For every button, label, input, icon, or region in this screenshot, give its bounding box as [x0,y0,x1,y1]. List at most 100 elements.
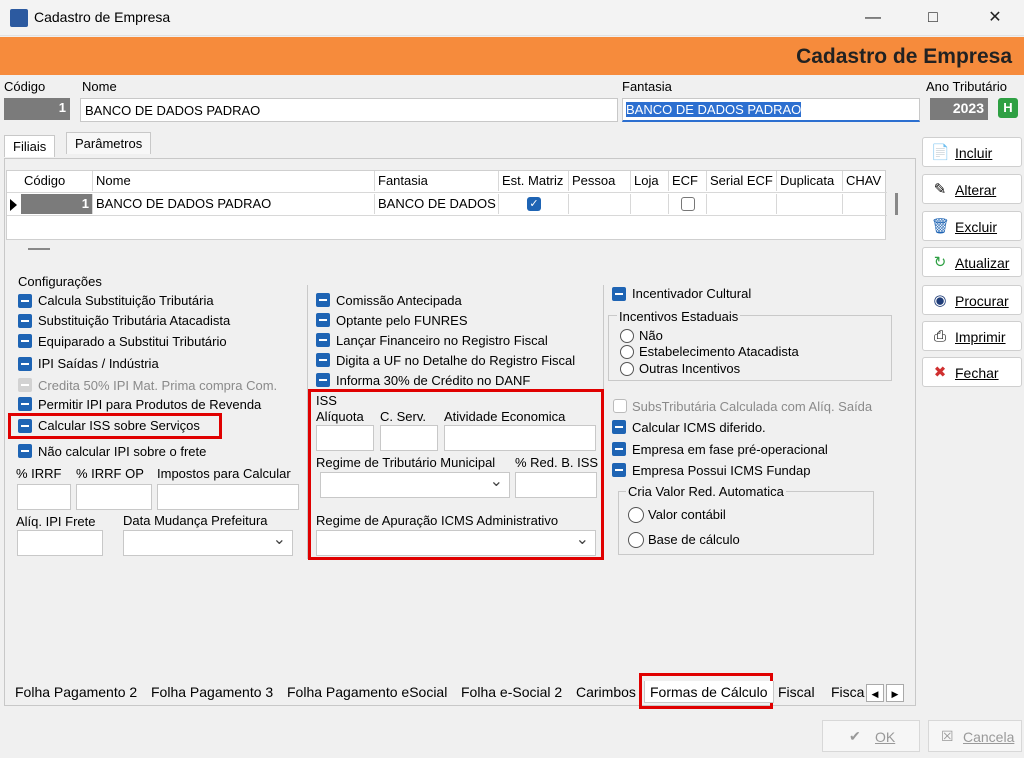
cancel-label: Cancela [963,729,1015,745]
close-icon[interactable]: ✕ [972,0,1018,36]
aliquota-input[interactable] [316,425,374,451]
cancel-icon: ☒ [941,728,954,744]
data-mudanca-label: Data Mudança Prefeitura [123,513,268,528]
radio-base-calculo[interactable] [628,532,644,548]
chk-icms-fundap[interactable] [612,463,626,477]
minimize-icon[interactable]: — [850,0,896,36]
grid-header-pessoa: Pessoa [569,171,631,191]
chk-lancar-financeiro[interactable] [316,333,330,347]
chk-digita-uf[interactable] [316,353,330,367]
procurar-label: Procurar [955,293,1009,309]
tab-folha-pagamento-esocial[interactable]: Folha Pagamento eSocial [282,681,452,703]
chk-pre-operacional[interactable] [612,442,626,456]
row-serial-ecf[interactable] [707,194,777,214]
atualizar-label: Atualizar [955,255,1010,271]
regime-apur-select[interactable] [316,529,596,556]
cserv-input[interactable] [380,425,438,451]
trash-icon: 🗑 [931,218,951,235]
chk-credita-50[interactable] [18,378,32,392]
imprimir-button[interactable]: ⎙ Imprimir [922,321,1022,351]
impostos-input[interactable] [157,484,299,510]
nome-label: Nome [82,79,117,94]
chk-permitir-ipi[interactable] [18,397,32,411]
tab-filiais[interactable]: Filiais [4,135,56,157]
banner-title: Cadastro de Empresa [796,45,1012,68]
atualizar-button[interactable]: ↻ Atualizar [922,247,1022,277]
tab-scroll-right-icon[interactable]: ▶ [886,684,904,702]
lbl-lancar-financeiro: Lançar Financeiro no Registro Fiscal [336,333,548,348]
excluir-button[interactable]: 🗑 Excluir [922,211,1022,241]
chk-ipi-saidas[interactable] [18,357,32,371]
radio-nao[interactable] [620,329,634,343]
codigo-field[interactable]: 1 [4,98,70,120]
atividade-input[interactable] [444,425,596,451]
lbl-optante-funres: Optante pelo FUNRES [336,313,468,328]
grid-header-nome: Nome [93,171,375,191]
data-mudanca-select[interactable] [123,529,293,556]
regime-trib-select[interactable] [320,471,510,498]
chk-st-atacadista[interactable] [18,314,32,328]
row-loja[interactable] [631,194,669,214]
ano-field[interactable]: 2023 [930,98,988,120]
tab-carimbos[interactable]: Carimbos [571,681,641,703]
tab-parametros[interactable]: Parâmetros [66,132,152,154]
cancel-button[interactable]: ☒ Cancela [928,720,1022,752]
atividade-label: Atividade Economica [444,409,566,424]
lbl-st-atacadista: Substituição Tributária Atacadista [38,313,231,328]
tab-fiscal[interactable]: Fiscal [773,681,820,703]
app-icon [10,9,28,27]
regime-apur-label: Regime de Apuração ICMS Administrativo [316,513,559,528]
row-nome[interactable]: BANCO DE DADOS PADRAO [93,194,375,214]
radio-atacadista[interactable] [620,345,634,359]
chk-nao-calcular-ipi-frete[interactable] [18,444,32,458]
ano-h-button[interactable]: H [998,98,1018,118]
lbl-nao-calcular-ipi-frete: Não calcular IPI sobre o frete [38,444,207,459]
chk-comissao-antecipada[interactable] [316,293,330,307]
row-pessoa[interactable] [569,194,631,214]
tab-fisca[interactable]: Fisca [828,681,866,703]
chk-informa-30[interactable] [316,373,330,387]
chk-incentivador[interactable] [612,287,626,301]
grid-header-est-matriz: Est. Matriz [499,171,569,191]
chk-subs-tributaria[interactable] [613,399,627,413]
chk-calcula-st[interactable] [18,294,32,308]
chk-equiparado[interactable] [18,334,32,348]
red-iss-input[interactable] [515,472,597,498]
excluir-label: Excluir [955,219,998,235]
nome-field[interactable]: BANCO DE DADOS PADRAO [80,98,618,122]
radio-outras[interactable] [620,362,634,376]
grid-header-fantasia: Fantasia [375,171,499,191]
tab-folha-pagamento-3[interactable]: Folha Pagamento 3 [146,681,278,703]
row-duplicata[interactable] [777,194,843,214]
lbl-radio-nao: Não [639,328,663,343]
row-fantasia[interactable]: BANCO DE DADOS [375,194,499,214]
irrf-input[interactable] [17,484,71,510]
check-icon: ✔ [849,728,861,744]
alterar-button[interactable]: ✎ Alterar [922,174,1022,204]
ipi-frete-input[interactable] [17,530,103,556]
ok-button[interactable]: ✔ OK [822,720,920,752]
grid-horizontal-scrollbar[interactable] [28,248,50,250]
table-row[interactable]: 1 BANCO DE DADOS PADRAO BANCO DE DADOS ✓ [7,194,887,216]
tab-formas-calculo[interactable]: Formas de Cálculo [644,681,774,703]
chk-icms-diferido[interactable] [612,420,626,434]
ecf-checkbox[interactable] [681,197,695,211]
tab-folha-esocial-2[interactable]: Folha e-Social 2 [456,681,567,703]
incluir-button[interactable]: 📄 Incluir [922,137,1022,167]
tab-scroll-left-icon[interactable]: ◀ [866,684,884,702]
chk-optante-funres[interactable] [316,313,330,327]
row-codigo[interactable]: 1 [21,194,93,214]
tab-folha-pagamento-2[interactable]: Folha Pagamento 2 [10,681,142,703]
radio-valor-contabil[interactable] [628,507,644,523]
grid-vertical-scrollbar[interactable] [895,193,898,215]
impostos-label: Impostos para Calcular [157,466,291,481]
maximize-icon[interactable]: □ [910,0,956,36]
title-bar: Cadastro de Empresa — □ ✕ [0,0,1024,36]
fantasia-field[interactable]: BANCO DE DADOS PADRAO [622,98,920,122]
procurar-button[interactable]: ◉ Procurar [922,285,1022,315]
chk-calcular-iss[interactable] [18,419,32,433]
irrf-op-input[interactable] [76,484,152,510]
iss-label: ISS [316,393,337,408]
est-matriz-checkbox[interactable]: ✓ [527,197,541,211]
fechar-button[interactable]: ✖ Fechar [922,357,1022,387]
